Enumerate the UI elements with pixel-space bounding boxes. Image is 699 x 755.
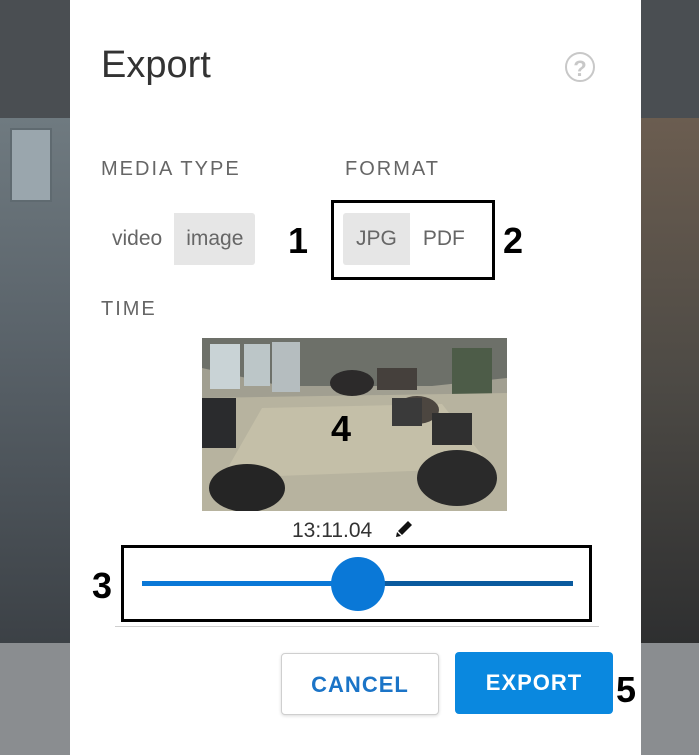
annotation-marker-2: 2 — [503, 220, 524, 261]
background-camera-view-left — [0, 0, 70, 755]
format-label: FORMAT — [345, 158, 440, 180]
media-type-image-option[interactable]: image — [174, 213, 256, 265]
background-bottom-right — [641, 643, 699, 755]
time-label: TIME — [101, 298, 157, 320]
dialog-title: Export — [101, 44, 211, 86]
thumbnail-scene — [202, 338, 507, 511]
cancel-button[interactable]: CANCEL — [281, 653, 439, 715]
annotation-marker-1: 1 — [288, 220, 309, 261]
time-slider-handle[interactable] — [331, 557, 385, 611]
annotation-marker-4: 4 — [331, 408, 352, 449]
format-toggle: JPG PDF — [343, 213, 478, 265]
media-type-label: MEDIA TYPE — [101, 158, 241, 180]
annotation-marker-3: 3 — [92, 565, 113, 606]
export-button[interactable]: EXPORT — [455, 652, 613, 714]
snapshot-thumbnail: 4 — [202, 338, 507, 511]
camera-window-detail — [10, 128, 52, 202]
format-pdf-option[interactable]: PDF — [410, 213, 478, 265]
time-slider-track-remaining[interactable] — [359, 581, 573, 586]
footer-divider — [115, 626, 599, 627]
help-icon[interactable]: ? — [565, 52, 595, 82]
format-jpg-option[interactable]: JPG — [343, 213, 410, 265]
timestamp-label: 13:11.04 — [292, 519, 373, 542]
annotation-marker-5: 5 — [616, 669, 637, 710]
pencil-icon[interactable] — [395, 518, 415, 538]
time-slider-track-filled[interactable] — [142, 581, 359, 586]
background-camera-view-right — [641, 0, 699, 755]
media-type-toggle: video image — [100, 213, 256, 265]
camera-scene-right — [641, 118, 699, 643]
media-type-video-option[interactable]: video — [100, 213, 174, 265]
background-bottom-left — [0, 643, 70, 755]
